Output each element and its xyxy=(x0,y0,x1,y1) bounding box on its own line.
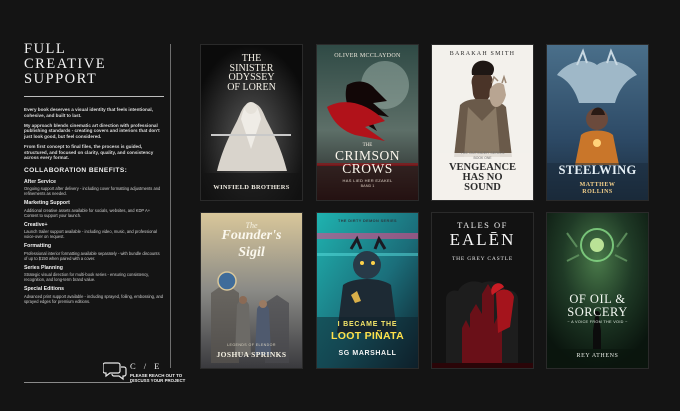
cover-book: BOOK ONE xyxy=(473,156,492,160)
intro-paragraph: From first concept to final files, the p… xyxy=(24,143,154,161)
vertical-divider xyxy=(170,44,171,368)
cover-author: OLIVER MCCLAYDON xyxy=(334,53,401,59)
benefit-item: Special Editions Advanced print support … xyxy=(24,286,164,304)
book-cover-sinister-odyssey[interactable]: THE SINISTER ODYSSEY OF LOREN WINFIELD B… xyxy=(201,45,302,200)
cover-art xyxy=(317,45,418,200)
benefit-item: After Service Ongoing support after deli… xyxy=(24,179,164,197)
benefit-title: Formatting xyxy=(24,243,52,250)
cover-subtitle: ~ A VOICE FROM THE VOID ~ xyxy=(567,320,628,324)
title-line: SOUND xyxy=(464,182,501,193)
benefit-text: Additional creative assets available for… xyxy=(24,207,151,218)
title-line: SORCERY xyxy=(567,304,628,319)
cover-title-small: I BECAME THE xyxy=(337,321,398,328)
benefit-title: Creative+ xyxy=(24,221,48,228)
cover-author: SG MARSHALL xyxy=(338,350,397,357)
contact-cta[interactable]: C / E PLEASE REACH OUT TO DISCUSS YOUR P… xyxy=(103,361,203,387)
author-line: ROLLINS xyxy=(582,188,613,195)
title-line: CROWS xyxy=(342,161,393,176)
cover-title: VENGEANCE HAS NO SOUND xyxy=(432,162,533,193)
cover-title-small: TALES OF xyxy=(457,220,508,230)
cover-title: STEELWING xyxy=(558,163,637,177)
cover-series: LEGENDS OF ELENDOR xyxy=(227,343,276,347)
cover-art xyxy=(547,213,648,368)
benefit-text: Strategic visual direction for multi-boo… xyxy=(24,272,150,283)
benefit-text: Ongoing support after delivery - includi… xyxy=(24,186,161,197)
benefit-item: Creative+ Launch trailer support availab… xyxy=(24,222,164,240)
benefit-text: Advanced print support available - inclu… xyxy=(24,293,164,304)
cta-text: PLEASE REACH OUT TO DISCUSS YOUR PROJECT xyxy=(130,373,210,383)
benefit-title: After Service xyxy=(24,178,57,185)
title-line: SUPPORT xyxy=(24,71,98,87)
collab-heading: COLLABORATION BENEFITS: xyxy=(24,166,128,174)
cover-author: REY ATHENS xyxy=(576,353,619,359)
book-cover-oil-sorcery[interactable]: OF OIL & SORCERY ~ A VOICE FROM THE VOID… xyxy=(547,213,648,368)
cover-author: BARAKAH SMITH xyxy=(449,51,516,57)
panel-title: FULL CREATIVE SUPPORT xyxy=(24,42,164,87)
info-panel: FULL CREATIVE SUPPORT Every book deserve… xyxy=(24,42,164,308)
benefit-title: Special Editions xyxy=(24,286,65,293)
benefit-title: Series Planning xyxy=(24,264,63,271)
benefit-text: Professional interior formatting availab… xyxy=(24,250,160,261)
chat-bubbles-icon xyxy=(103,362,127,381)
benefit-item: Series Planning Strategic visual directi… xyxy=(24,265,164,283)
cover-author: JOSHUA SPRINKS xyxy=(216,350,287,359)
cover-title: Founder's Sigil xyxy=(201,227,302,261)
title-line: OF LOREN xyxy=(227,81,276,93)
title-line: FULL xyxy=(24,41,67,57)
cover-title: EALĒN xyxy=(449,230,516,249)
book-cover-steelwing[interactable]: STEELWING MATTHEW ROLLINS xyxy=(547,45,648,200)
cover-tagline: THE DIRTY DEMON SERIES xyxy=(338,219,397,223)
book-cover-vengeance[interactable]: BARAKAH SMITH THE OUTSIDER SERIES BOOK O… xyxy=(432,45,533,200)
cta-line: DISCUSS YOUR PROJECT xyxy=(130,378,186,384)
cover-title: CRIMSON CROWS xyxy=(317,149,418,176)
cover-art xyxy=(317,213,418,368)
ce-logo: C / E xyxy=(130,361,163,371)
cover-subtitle: HAS LIED HER EZAKEL xyxy=(342,178,393,183)
cover-author: WINFIELD BROTHERS xyxy=(213,184,290,191)
benefit-text: Launch trailer support available - inclu… xyxy=(24,229,157,240)
intro-paragraph: Every book deserves a visual identity th… xyxy=(24,107,153,118)
cover-title: OF OIL & SORCERY xyxy=(547,293,648,318)
title-line: Founder's xyxy=(221,228,282,243)
cover-title: THE SINISTER ODYSSEY OF LOREN xyxy=(201,54,302,92)
title-line: Sigil xyxy=(238,245,265,260)
book-cover-loot-pinata[interactable]: THE DIRTY DEMON SERIES I BECAME THE LOOT… xyxy=(317,213,418,368)
cover-tagline: THE OUTSIDER SERIES xyxy=(460,151,505,155)
benefit-title: Marketing Support xyxy=(24,200,70,207)
benefit-item: Marketing Support Additional creative as… xyxy=(24,200,164,218)
cover-book: BAND 1 xyxy=(360,184,375,188)
cover-title: LOOT PIÑATA xyxy=(331,330,404,342)
title-divider xyxy=(24,96,164,97)
title-line: CREATIVE xyxy=(24,56,107,72)
benefit-item: Formatting Professional interior formatt… xyxy=(24,243,164,261)
title-line: OF OIL & xyxy=(569,292,626,306)
book-cover-tales-of-ealen[interactable]: TALES OF EALĒN THE GREY CASTLE xyxy=(432,213,533,368)
book-cover-crimson-crows[interactable]: OLIVER MCCLAYDON THE CRIMSON CROWS HAS L… xyxy=(317,45,418,200)
cover-author: MATTHEW ROLLINS xyxy=(547,182,648,195)
cover-subtitle: THE GREY CASTLE xyxy=(452,256,513,262)
book-cover-founders-sigil[interactable]: The Founder's Sigil LEGENDS OF ELENDOR J… xyxy=(201,213,302,368)
intro-paragraph: My approach blends cinematic art directi… xyxy=(24,122,160,139)
